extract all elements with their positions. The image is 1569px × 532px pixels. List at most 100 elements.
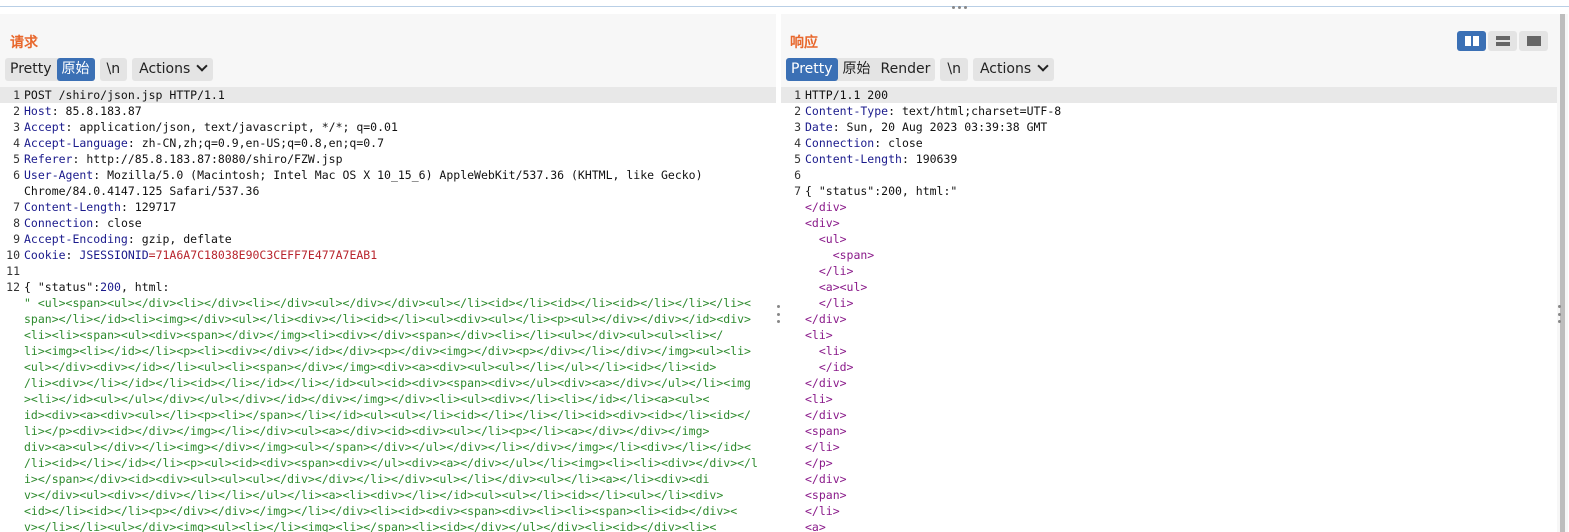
code-line: li><img><li></id></li><p><li><div></div>… <box>0 343 776 359</box>
line-number: 6 <box>13 168 20 182</box>
line-text: " <ul><span><ul></div><li></div><li></di… <box>24 295 776 311</box>
code-token: POST /shiro/json.jsp HTTP/1.1 <box>24 88 225 102</box>
code-token: span></li></id><li><img></div><ul></li><… <box>24 312 751 326</box>
code-token: li></p><div><id></div></img></li></div><… <box>24 424 710 438</box>
line-text: </li> <box>805 295 1557 311</box>
single-pane-icon <box>1526 36 1541 46</box>
request-newline-toggle[interactable]: \n <box>99 58 128 81</box>
response-tab-render[interactable]: Render <box>876 58 936 81</box>
line-number: 5 <box>13 152 20 166</box>
code-token: Referer <box>24 152 73 166</box>
code-token: " <ul><span><ul></div><li></div><li></di… <box>24 296 751 310</box>
code-line: <span> <box>781 247 1557 263</box>
code-line: 5 Content-Length: 190639 <box>781 151 1557 167</box>
line-text: li><img><li></id></li><p><li><div></div>… <box>24 343 776 359</box>
request-actions-label: Actions <box>139 61 191 77</box>
code-token: Accept-Language <box>24 136 128 150</box>
line-number: 4 <box>794 136 801 150</box>
line-text: li></p><div><id></div></img></li></div><… <box>24 423 776 439</box>
line-text: { "status":200, html:" <box>805 183 1557 199</box>
code-token: Content-Length <box>24 200 121 214</box>
layout-stacked-button[interactable] <box>1488 31 1517 51</box>
code-line: 10 Cookie: JSESSIONID=71A6A7C18038E90C3CE… <box>0 247 776 263</box>
columns-icon <box>1464 36 1479 46</box>
layout-single-button[interactable] <box>1519 31 1548 51</box>
line-number: 3 <box>794 120 801 134</box>
code-line: 5 Referer: http://85.8.183.87:8080/shiro/… <box>0 151 776 167</box>
scrollbar-thumb[interactable] <box>1560 14 1565 532</box>
code-line: Chrome/84.0.4147.125 Safari/537.36 <box>0 183 776 199</box>
response-tab-pretty[interactable]: Pretty <box>786 58 838 81</box>
code-token: <ul></div><div></id></li><ul><li><span><… <box>24 360 717 374</box>
request-tab-pretty[interactable]: Pretty <box>5 58 57 81</box>
code-line: 6 <box>781 167 1557 183</box>
code-token: </li> <box>805 264 854 278</box>
line-number: 11 <box>6 264 20 278</box>
line-text: Content-Length: 190639 <box>805 151 1557 167</box>
line-number: 3 <box>13 120 20 134</box>
line-text: <li> <box>805 327 1557 343</box>
code-token: Date <box>805 120 833 134</box>
code-line: 8 Connection: close <box>0 215 776 231</box>
response-title: 响应 <box>790 35 818 51</box>
response-newline-toggle[interactable]: \n <box>940 58 968 81</box>
request-view-tabs: Pretty 原始 <box>5 58 95 81</box>
code-token: </id> <box>805 360 854 374</box>
code-token: <div> <box>805 216 840 230</box>
line-text: </div> <box>805 199 1557 215</box>
code-token: : text/html;charset=UTF-8 <box>888 104 1062 118</box>
line-text: div><a><ul></div></li><img></div></img><… <box>24 439 776 455</box>
request-editor[interactable]: 1 POST /shiro/json.jsp HTTP/1.1 2 Host: 85.… <box>0 87 776 532</box>
code-line: 11 <box>0 263 776 279</box>
code-line: <ul></div><div></id></li><ul><li><span><… <box>0 359 776 375</box>
response-actions-menu[interactable]: Actions <box>972 58 1055 81</box>
line-number: 6 <box>794 168 801 182</box>
line-text: <a> <box>805 519 1557 532</box>
code-token: , html: <box>120 280 170 294</box>
code-token: <a> <box>805 520 826 532</box>
response-scrollbar[interactable] <box>1557 14 1568 532</box>
code-token: <id></li><id></li><p></div></div></img><… <box>24 504 738 518</box>
code-line: 7 Content-Length: 129717 <box>0 199 776 215</box>
request-tab-raw[interactable]: 原始 <box>56 58 95 81</box>
line-text: <div> <box>805 215 1557 231</box>
line-number: 2 <box>794 104 801 118</box>
line-number: 7 <box>13 200 20 214</box>
code-token: /li><id></li></id></li><p><ul><id><div><… <box>24 456 758 470</box>
code-token: </div> <box>805 472 847 486</box>
code-token: </li> <box>805 504 840 518</box>
line-text: </li> <box>805 263 1557 279</box>
line-text: /li><div></li></id></li><id></li></id></… <box>24 375 776 391</box>
code-line: 4 Accept-Language: zh-CN,zh;q=0.9,en-US;q… <box>0 135 776 151</box>
code-line: </li> <box>781 503 1557 519</box>
line-number: 7 <box>794 184 801 198</box>
layout-side-by-side-button[interactable] <box>1457 31 1486 51</box>
line-text: Host: 85.8.183.87 <box>24 103 776 119</box>
line-text: Content-Type: text/html;charset=UTF-8 <box>805 103 1557 119</box>
line-text: </id> <box>805 359 1557 375</box>
chevron-down-icon <box>196 60 208 72</box>
request-actions-menu[interactable]: Actions <box>132 58 214 81</box>
code-line: span></li></id><li><img></div><ul></li><… <box>0 311 776 327</box>
horizontal-drag-handle[interactable] <box>952 6 968 12</box>
code-token: </div> <box>805 312 847 326</box>
code-line: <span> <box>781 487 1557 503</box>
response-tab-raw[interactable]: 原始 <box>838 58 876 81</box>
code-line: 3 Date: Sun, 20 Aug 2023 03:39:38 GMT <box>781 119 1557 135</box>
right-edge-handle[interactable] <box>1558 305 1562 323</box>
line-text: </div> <box>805 311 1557 327</box>
code-token: <li><li><span><ul><div><span></div></img… <box>24 328 724 342</box>
line-number: 12 <box>6 280 20 294</box>
code-token: : zh-CN,zh;q=0.9,en-US;q=0.8,en;q=0.7 <box>127 136 385 150</box>
code-line: ><li></id><ul></ul></div></ul></div></id… <box>0 391 776 407</box>
response-view-tabs: Pretty 原始 Render <box>786 58 936 81</box>
response-editor[interactable]: 1 HTTP/1.1 200 2 Content-Type: text/html;ch… <box>781 87 1557 532</box>
line-text: Referer: http://85.8.183.87:8080/shiro/F… <box>24 151 776 167</box>
code-line: 2 Host: 85.8.183.87 <box>0 103 776 119</box>
line-text: User-Agent: Mozilla/5.0 (Macintosh; Inte… <box>24 167 776 183</box>
code-token: : gzip, deflate <box>127 232 232 246</box>
code-line: 1 HTTP/1.1 200 <box>781 87 1557 103</box>
code-line: </div> <box>781 407 1557 423</box>
line-text: Connection: close <box>805 135 1557 151</box>
request-title: 请求 <box>10 35 38 51</box>
